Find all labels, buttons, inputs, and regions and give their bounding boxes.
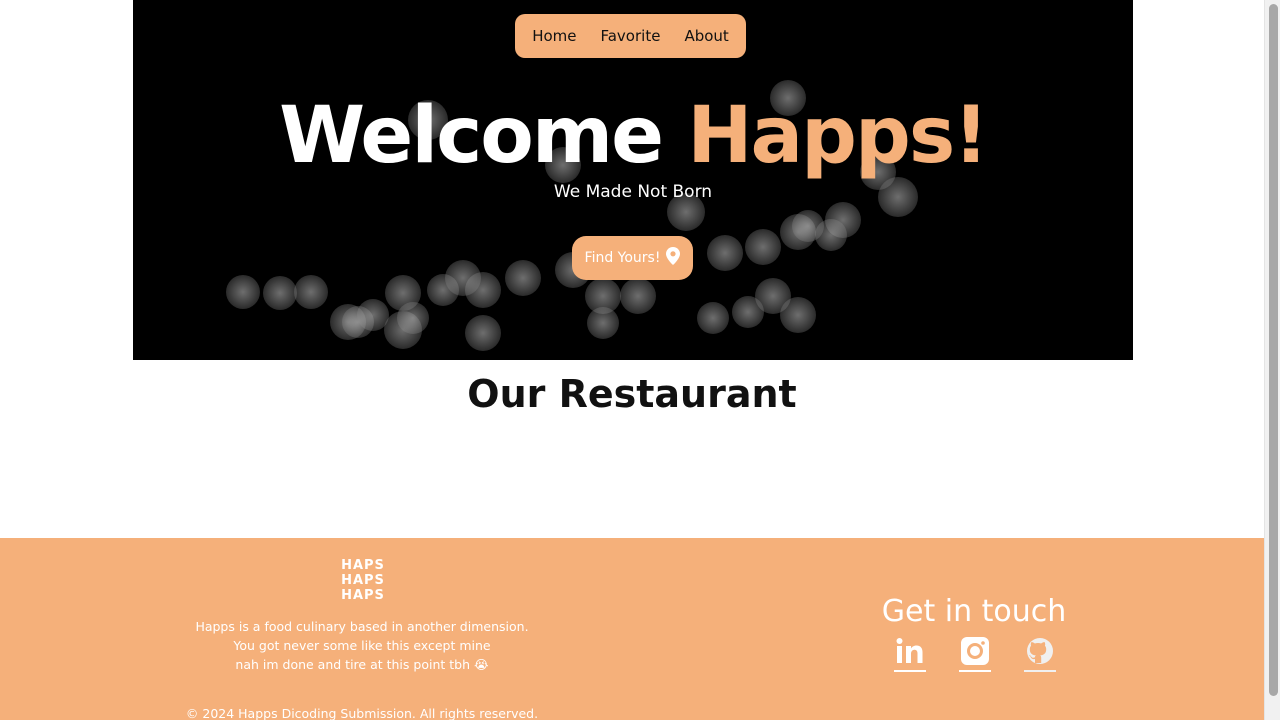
get-in-touch-heading: Get in touch: [881, 594, 1067, 629]
bokeh-light: [732, 296, 764, 328]
nav-home[interactable]: Home: [532, 27, 576, 45]
map-pin-icon: [666, 247, 681, 269]
bokeh-light: [505, 260, 541, 296]
scrollbar-thumb[interactable]: [1269, 4, 1278, 696]
bokeh-light: [697, 302, 729, 334]
find-yours-button[interactable]: Find Yours!: [572, 236, 693, 280]
instagram-icon: [959, 636, 991, 669]
bokeh-light: [745, 229, 781, 265]
bokeh-light: [707, 235, 743, 271]
bokeh-light: [397, 302, 429, 334]
top-nav: Home Favorite About: [515, 14, 746, 58]
copyright-text: © 2024 Happs Dicoding Submission. All ri…: [185, 706, 539, 720]
bokeh-light: [445, 260, 481, 296]
github-link[interactable]: [1024, 637, 1056, 672]
footer-description: Happs is a food culinary based in anothe…: [162, 617, 562, 674]
bokeh-light: [792, 210, 824, 242]
bokeh-light: [587, 307, 619, 339]
bokeh-light: [465, 315, 501, 351]
linkedin-underline: [894, 669, 926, 672]
brand-logo: HAPS HAPS HAPS: [338, 558, 388, 603]
hero-title-welcome: Welcome: [279, 91, 664, 181]
github-icon: [1024, 637, 1056, 669]
hero-title-happs: Happs!: [687, 91, 989, 181]
hero-subtitle: We Made Not Born: [553, 182, 713, 202]
description-line: You got never some like this except mine: [233, 638, 491, 653]
linkedin-icon: [894, 637, 926, 669]
hero-banner: Home Favorite About Welcome Happs! We Ma…: [133, 0, 1133, 360]
social-links: [894, 636, 1056, 672]
description-line: Happs is a food culinary based in anothe…: [195, 619, 529, 634]
bokeh-light: [620, 278, 656, 314]
bokeh-light: [226, 275, 260, 309]
github-underline: [1024, 669, 1056, 672]
section-title: Our Restaurant: [467, 372, 797, 416]
bokeh-light: [357, 299, 389, 331]
bokeh-light: [263, 276, 297, 310]
logo-line: HAPS: [341, 558, 385, 573]
logo-line: HAPS: [341, 588, 385, 603]
bokeh-light: [294, 275, 328, 309]
footer: HAPS HAPS HAPS Happs is a food culinary …: [0, 538, 1264, 720]
instagram-underline: [959, 669, 991, 672]
nav-about[interactable]: About: [684, 27, 728, 45]
description-line: nah im done and tire at this point tbh 😭: [235, 657, 489, 672]
page-scrollbar[interactable]: [1264, 0, 1280, 720]
bokeh-light: [780, 297, 816, 333]
find-yours-label: Find Yours!: [584, 250, 661, 266]
linkedin-link[interactable]: [894, 637, 926, 672]
hero-title: Welcome Happs!: [133, 88, 1133, 184]
nav-favorite[interactable]: Favorite: [600, 27, 660, 45]
instagram-link[interactable]: [959, 636, 991, 672]
logo-line: HAPS: [341, 573, 385, 588]
